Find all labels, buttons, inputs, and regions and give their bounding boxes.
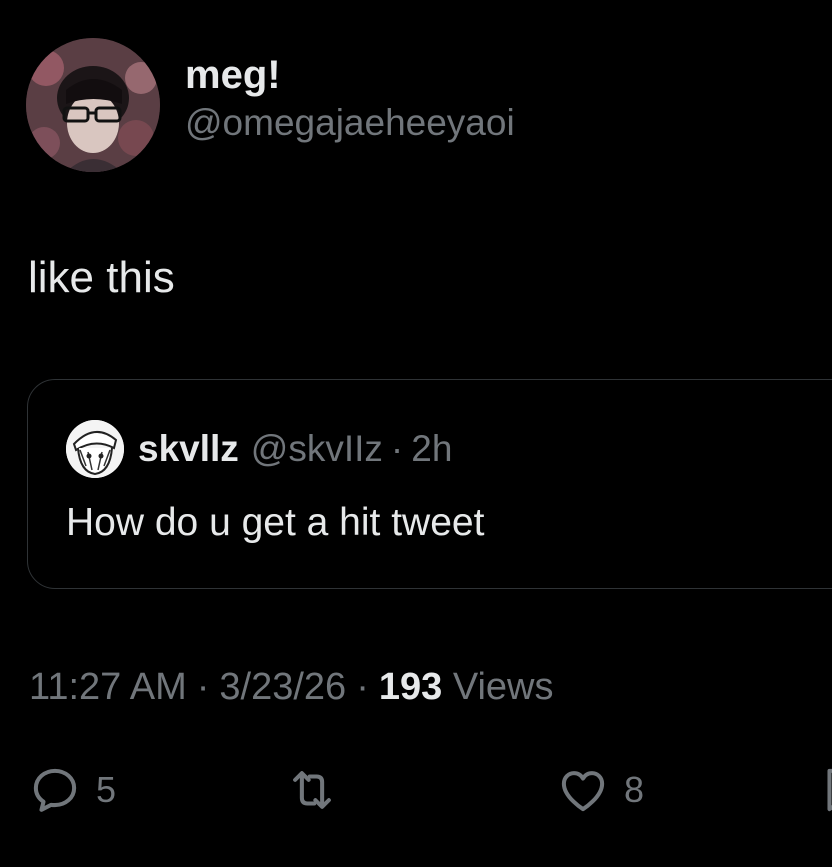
meta-separator: · — [356, 666, 369, 708]
reply-count: 5 — [96, 769, 117, 810]
bookmark-button[interactable] — [816, 762, 832, 818]
views-count: 193 — [378, 666, 443, 708]
author-avatar[interactable] — [26, 38, 160, 172]
tweet-time[interactable]: 11:27 AM — [29, 666, 187, 708]
author-text: meg! @omegajaeheeyaoi — [185, 51, 515, 145]
quoted-author-handle[interactable]: @skvIIz — [251, 428, 383, 470]
quoted-separator: · — [390, 428, 404, 469]
reply-icon — [33, 768, 77, 812]
quoted-author-avatar[interactable] — [66, 420, 124, 478]
meta-separator: · — [196, 666, 210, 708]
reply-button[interactable]: 5 — [28, 762, 116, 818]
quoted-avatar-image — [66, 420, 124, 478]
views-label: Views — [452, 666, 554, 708]
tweet-date[interactable]: 3/23/26 — [219, 666, 346, 708]
quoted-tweet-text: How do u get a hit tweet — [66, 501, 485, 544]
quoted-tweet-card[interactable]: skvllz @skvIIz · 2h How do u get a hit t… — [27, 379, 832, 589]
quoted-tweet-header: skvllz @skvIIz · 2h — [66, 420, 452, 478]
quoted-timestamp[interactable]: 2h — [411, 428, 452, 470]
avatar-image — [26, 38, 160, 172]
tweet-meta: 11:27 AM · 3/23/26 · 193 Views — [29, 664, 554, 710]
like-count: 8 — [624, 769, 645, 810]
heart-icon — [561, 771, 605, 812]
author-display-name[interactable]: meg! — [185, 51, 515, 99]
repost-icon — [293, 771, 331, 809]
quoted-author-display-name[interactable]: skvllz — [138, 428, 239, 470]
like-button[interactable]: 8 — [556, 762, 644, 818]
repost-button[interactable] — [285, 762, 339, 818]
bookmark-icon — [827, 768, 832, 812]
tweet-text: like this — [28, 253, 175, 302]
tweet-author: meg! @omegajaeheeyaoi — [26, 38, 515, 172]
author-handle[interactable]: @omegajaeheeyaoi — [185, 101, 515, 145]
